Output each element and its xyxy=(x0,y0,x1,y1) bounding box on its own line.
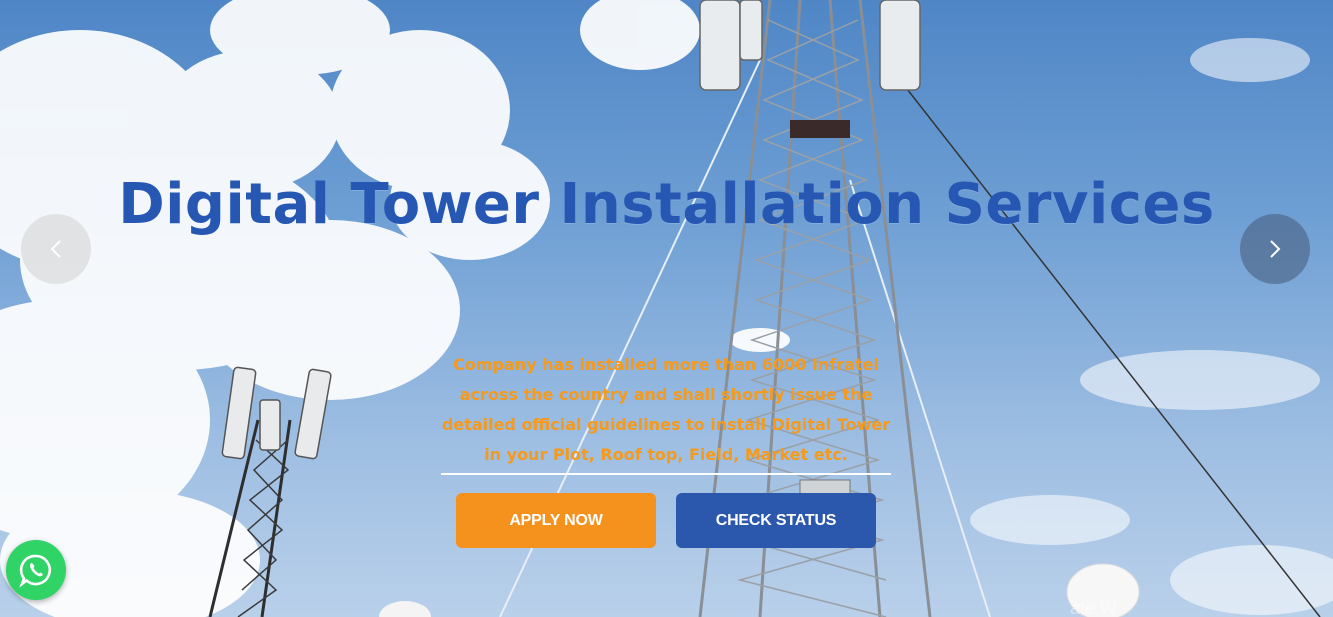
hero-background-image xyxy=(0,0,1333,617)
hero-headline: Digital Tower Installation Services xyxy=(118,172,1215,237)
chevron-right-icon xyxy=(1270,240,1281,258)
chevron-left-icon xyxy=(50,240,61,258)
hero-subtext: Company has installed more than 6000 Inf… xyxy=(441,355,891,464)
whatsapp-icon xyxy=(19,554,52,588)
check-status-button[interactable]: CHECK STATUS xyxy=(676,493,876,548)
whatsapp-chat-button[interactable] xyxy=(6,540,66,600)
slider-next-button[interactable] xyxy=(1240,214,1310,284)
hero-divider xyxy=(441,473,891,475)
hero-slider: Digital Tower Installation Services Comp… xyxy=(0,0,1333,617)
apply-now-button[interactable]: APPLY NOW xyxy=(456,493,656,548)
slider-prev-button[interactable] xyxy=(21,214,91,284)
watermark-text: ate W xyxy=(1070,598,1118,617)
